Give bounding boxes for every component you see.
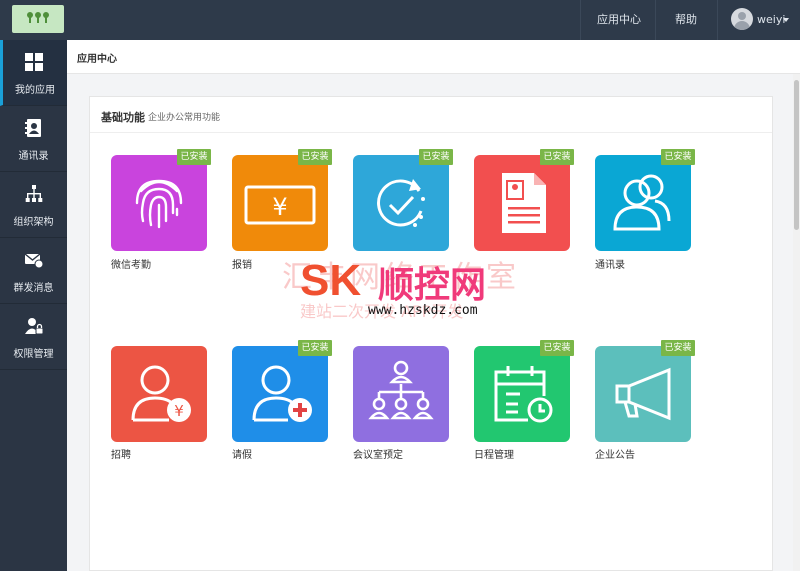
app-label[interactable]: 微信考勤 bbox=[111, 256, 151, 271]
fingerprint-icon bbox=[135, 179, 183, 229]
logo[interactable] bbox=[12, 5, 64, 33]
user-plus-icon bbox=[252, 365, 312, 422]
installed-badge: 已安装 bbox=[298, 340, 332, 356]
app-tile-attendance[interactable] bbox=[111, 155, 207, 251]
app-tile-meeting-room[interactable] bbox=[353, 346, 449, 442]
user-avatar[interactable] bbox=[731, 8, 753, 30]
sidebar-item-label: 权限管理 bbox=[13, 349, 54, 360]
sidebar-item-label: 群发消息 bbox=[13, 283, 54, 294]
app-label[interactable]: 招聘 bbox=[111, 446, 131, 461]
app-label[interactable]: 报销 bbox=[232, 256, 252, 271]
section-subtitle: 企业办公常用功能 bbox=[148, 113, 221, 123]
top-bar: 应用中心 帮助 weiyi bbox=[0, 0, 800, 40]
megaphone-icon bbox=[615, 367, 671, 421]
org-chart-icon bbox=[25, 185, 43, 202]
app-label[interactable]: 请假 bbox=[232, 446, 252, 461]
tree-trunk bbox=[37, 17, 39, 23]
app-label[interactable]: 会议室预定 bbox=[353, 446, 403, 461]
nav-divider bbox=[580, 0, 581, 40]
svg-text:¥: ¥ bbox=[174, 402, 184, 420]
sidebar-item-org[interactable]: 组织架构 bbox=[0, 172, 67, 238]
installed-badge: 已安装 bbox=[540, 149, 574, 165]
breadcrumb: 应用中心 bbox=[77, 54, 117, 65]
app-tile-recruitment[interactable]: ¥ bbox=[111, 346, 207, 442]
yen-note-icon: ¥ bbox=[244, 185, 316, 225]
refresh-check-icon bbox=[377, 179, 425, 227]
installed-badge: 已安装 bbox=[661, 340, 695, 356]
user-yen-icon: ¥ bbox=[131, 365, 191, 422]
app-tile-schedule[interactable] bbox=[474, 346, 570, 442]
installed-badge: 已安装 bbox=[661, 149, 695, 165]
contract-icon bbox=[502, 173, 546, 233]
app-tile-leave[interactable] bbox=[232, 346, 328, 442]
message-icon bbox=[24, 253, 44, 269]
user-lock-icon bbox=[25, 318, 44, 335]
users-icon bbox=[613, 174, 671, 231]
nav-app-center[interactable]: 应用中心 bbox=[597, 0, 641, 40]
sidebar: 我的应用 通讯录 组织架构 群发消息 权限管理 bbox=[0, 40, 67, 571]
app-label[interactable]: 通讯录 bbox=[595, 256, 625, 271]
sidebar-item-my-apps[interactable]: 我的应用 bbox=[0, 40, 67, 106]
contacts-icon bbox=[25, 119, 41, 137]
installed-badge: 已安装 bbox=[540, 340, 574, 356]
tree-trunk bbox=[45, 17, 47, 23]
grid-icon bbox=[25, 53, 43, 71]
sidebar-item-permissions[interactable]: 权限管理 bbox=[0, 304, 67, 370]
section-title: 基础功能 bbox=[101, 111, 145, 124]
tree-trunk bbox=[29, 17, 31, 23]
breadcrumb-bar: 应用中心 bbox=[67, 40, 800, 74]
user-name[interactable]: weiyi bbox=[757, 0, 785, 40]
watermark-brand-latin: SK bbox=[300, 256, 362, 305]
app-tile-contacts[interactable] bbox=[595, 155, 691, 251]
installed-badge: 已安装 bbox=[298, 149, 332, 165]
scrollbar-thumb[interactable] bbox=[794, 80, 799, 230]
sidebar-item-broadcast[interactable]: 群发消息 bbox=[0, 238, 67, 304]
calendar-clock-icon bbox=[494, 366, 553, 423]
app-tile-contract[interactable] bbox=[474, 155, 570, 251]
installed-badge: 已安装 bbox=[419, 149, 453, 165]
watermark-url: www.hzskdz.com bbox=[368, 303, 478, 318]
sidebar-item-contacts[interactable]: 通讯录 bbox=[0, 106, 67, 172]
panel-header: 基础功能 企业办公常用功能 bbox=[90, 97, 772, 133]
chevron-down-icon[interactable] bbox=[783, 18, 789, 22]
nav-help[interactable]: 帮助 bbox=[675, 0, 697, 40]
sidebar-item-label: 通讯录 bbox=[18, 151, 49, 162]
svg-text:¥: ¥ bbox=[272, 193, 287, 221]
app-tile-reimbursement[interactable]: ¥ bbox=[232, 155, 328, 251]
app-label[interactable]: 日程管理 bbox=[474, 446, 514, 461]
nav-divider bbox=[655, 0, 656, 40]
app-label[interactable]: 企业公告 bbox=[595, 446, 635, 461]
sidebar-item-label: 我的应用 bbox=[15, 85, 55, 96]
app-tile-approval[interactable] bbox=[353, 155, 449, 251]
app-tile-announcement[interactable] bbox=[595, 346, 691, 442]
watermark-brand-cn: 顺控网 bbox=[378, 265, 487, 306]
meeting-org-icon bbox=[368, 360, 434, 420]
nav-divider bbox=[717, 0, 718, 40]
sidebar-item-label: 组织架构 bbox=[13, 217, 54, 228]
installed-badge: 已安装 bbox=[177, 149, 211, 165]
